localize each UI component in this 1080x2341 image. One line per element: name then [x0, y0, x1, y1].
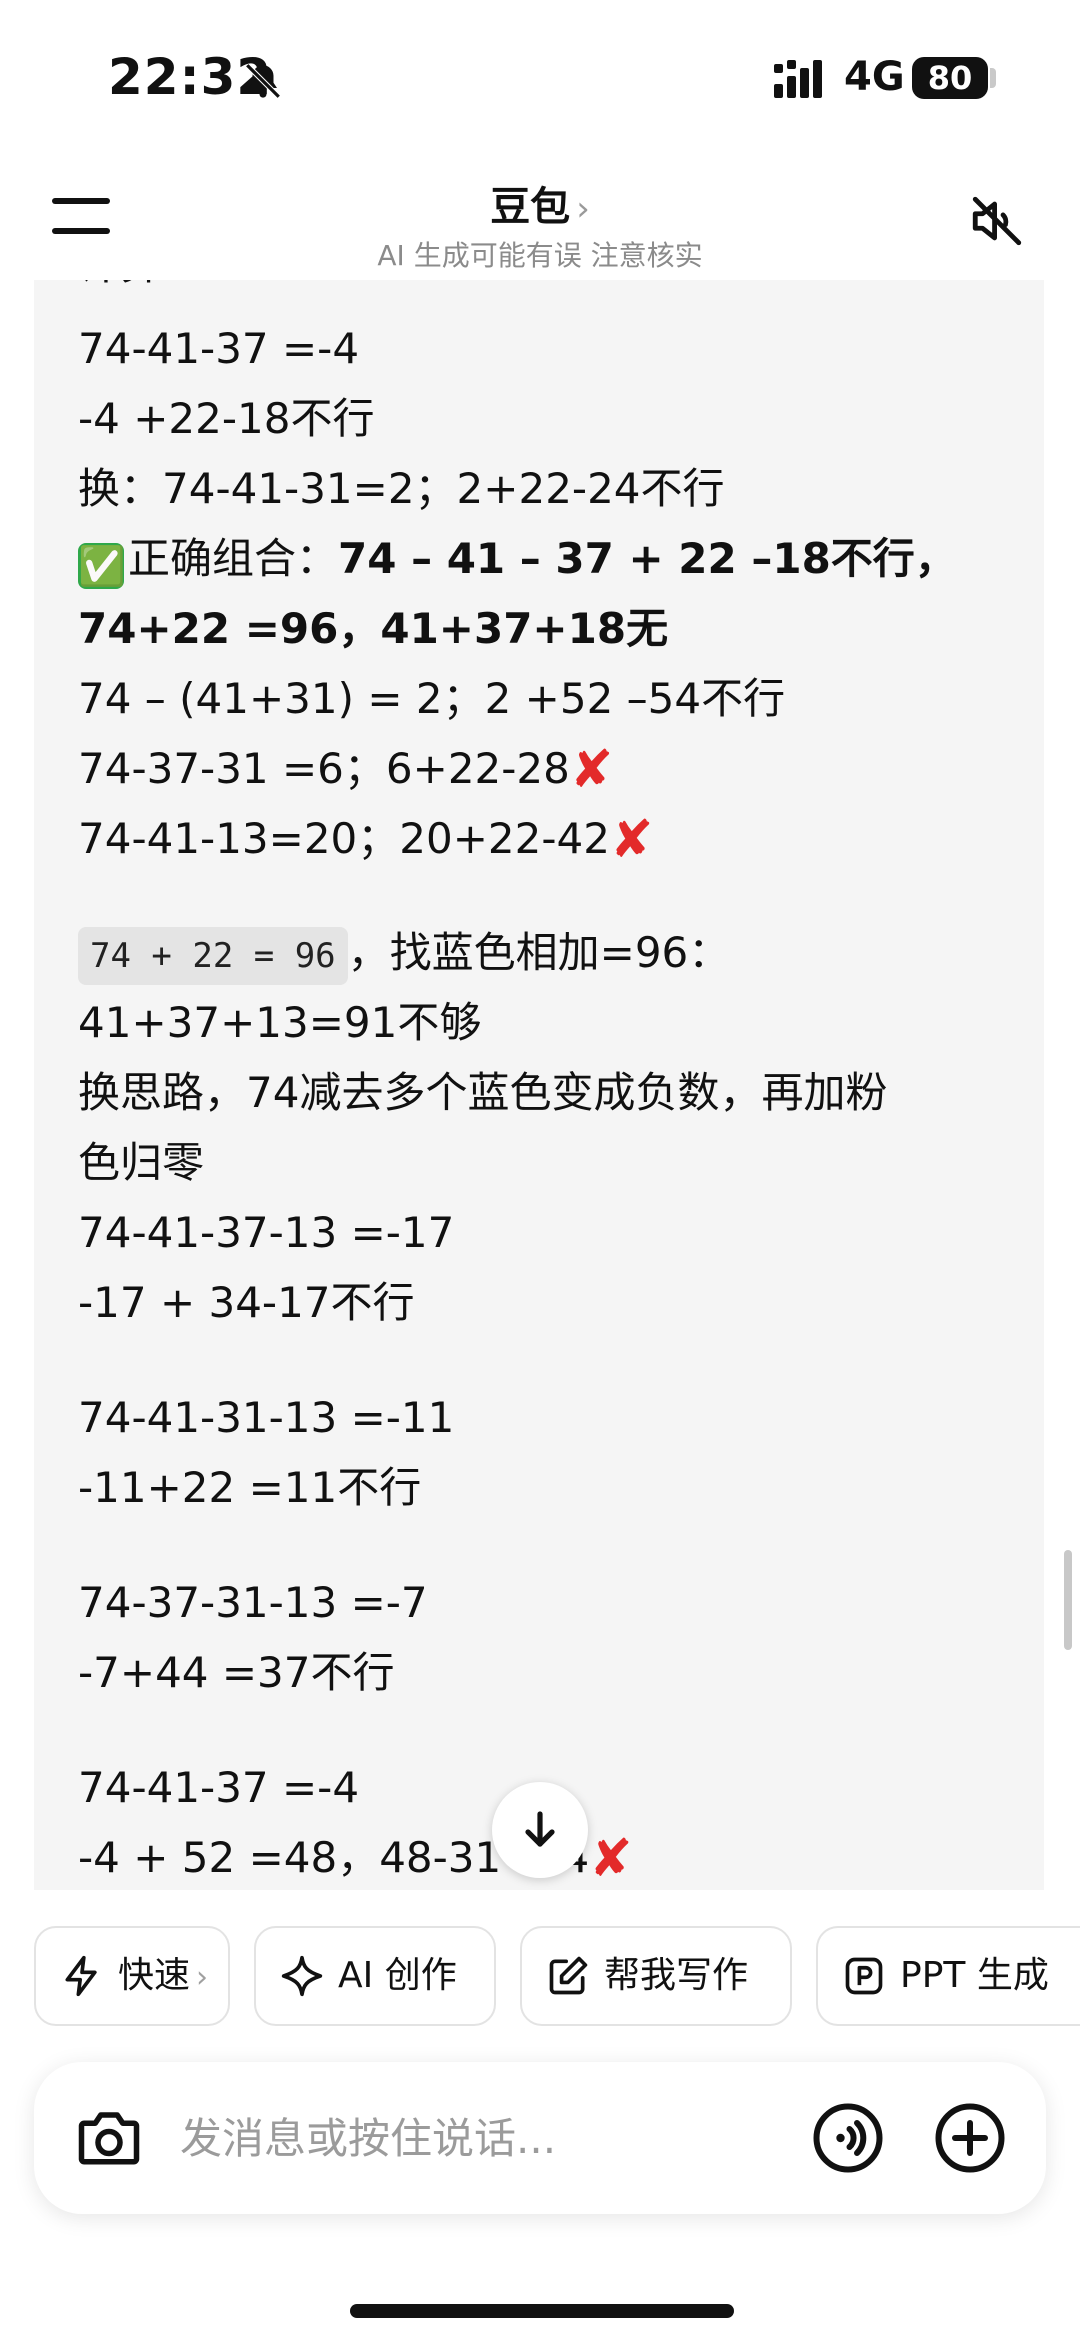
- lightning-icon: [65, 1955, 97, 1997]
- cross-mark-icon: ✘: [609, 810, 654, 870]
- cross-mark-icon: ✘: [589, 1829, 633, 1889]
- message-line: 74-37-31-13 =-7: [78, 1578, 428, 1627]
- message-text: -4 + 52 =48，48-31: [78, 1833, 502, 1882]
- message-input-bar: [34, 2062, 1046, 2214]
- edit-icon: [549, 1956, 588, 1995]
- scroll-to-bottom-button[interactable]: [492, 1782, 588, 1878]
- message-text: 74-41-13=20；20+22-42: [78, 814, 610, 863]
- cross-mark-icon: ✘: [569, 740, 614, 800]
- plus-icon[interactable]: [934, 2102, 1006, 2174]
- status-bar: 22:32 4G 80: [0, 0, 1080, 150]
- message-line: 74-41-37 =-4: [78, 324, 360, 373]
- message-line: -17 + 34-17不行: [78, 1278, 415, 1327]
- message-text: ，找蓝色相加=96：: [347, 928, 731, 977]
- speaker-mute-icon[interactable]: [968, 192, 1026, 250]
- chip-fast[interactable]: 快速 ›: [34, 1926, 230, 2026]
- chevron-right-icon: ›: [196, 1960, 209, 1995]
- bell-off-icon: [245, 63, 281, 99]
- chat-screen: 22:32 4G 80 豆包 › AI 生成可能有误 注意核实 74-41-37…: [0, 0, 1080, 2341]
- chip-label: AI 创作: [338, 1955, 457, 1996]
- message-line: 74-41-37-13 =-17: [78, 1208, 455, 1257]
- message-line: 41+37+13=91不够: [78, 998, 482, 1047]
- message-line: 74 – (41+31) = 2；2 +52 –54不行: [78, 674, 786, 723]
- message-line: 74-41-37 =-4: [78, 1763, 360, 1812]
- message-line: -7+44 =37不行: [78, 1648, 395, 1697]
- chip-ppt-generate[interactable]: PPT 生成: [816, 1926, 1080, 2026]
- chat-header: 豆包 › AI 生成可能有误 注意核实: [0, 150, 1080, 280]
- title-chevron-icon: ›: [576, 189, 590, 229]
- battery-tip: [990, 68, 996, 88]
- network-label: 4G: [844, 54, 905, 100]
- home-indicator[interactable]: [350, 2304, 734, 2318]
- message-input[interactable]: [180, 2102, 820, 2174]
- bot-name: 豆包: [490, 184, 571, 230]
- message-line: 换思路，74减去多个蓝色变成负数，再加粉: [78, 1068, 888, 1117]
- message-line: 74 + 22 = 96 ，找蓝色相加=96：: [78, 918, 730, 988]
- message-line: 74+22 =96，41+37+18无: [78, 604, 669, 653]
- quick-action-chips: 快速 › AI 创作 帮我写作 PPT 生成: [0, 1920, 1080, 2030]
- message-content: 计算： 74-41-37 =-4 -4 +22-18不行 换：74-41-31=…: [34, 280, 1044, 1890]
- message-line: ✅正确组合：74 – 41 – 37 + 22 –18不行，: [78, 524, 957, 594]
- message-line: 74-37-31 =6；6+22-28✘: [78, 734, 613, 805]
- arrow-down-icon: [525, 1811, 555, 1847]
- message-line: -11+22 =11不行: [78, 1463, 422, 1512]
- signal-icon: [774, 60, 822, 98]
- sparkle-icon: [281, 1955, 323, 1997]
- check-mark-icon: ✅: [78, 543, 126, 589]
- bot-title[interactable]: 豆包 ›: [0, 174, 1080, 232]
- message-line: -4 +22-18不行: [78, 394, 375, 443]
- message-text: 74-37-31 =6；6+22-28: [78, 744, 570, 793]
- message-line: 74-41-31-13 =-11: [78, 1393, 455, 1442]
- chip-label: 快速: [118, 1955, 191, 1996]
- ppt-icon: [845, 1957, 883, 1995]
- ai-disclaimer: AI 生成可能有误 注意核实: [377, 239, 703, 272]
- voice-call-icon[interactable]: [812, 2102, 884, 2174]
- camera-icon[interactable]: [76, 2106, 142, 2168]
- inline-code: 74 + 22 = 96: [78, 927, 348, 985]
- message-line: 74-41-13=20；20+22-42✘: [78, 804, 654, 875]
- message-line: 色归零: [78, 1138, 205, 1187]
- chip-label: 帮我写作: [604, 1955, 749, 1996]
- message-bold-text: 74 – 41 – 37 + 22 –18不行，: [338, 534, 957, 583]
- chip-help-write[interactable]: 帮我写作: [520, 1926, 792, 2026]
- chip-label: PPT 生成: [900, 1955, 1049, 1996]
- scrollbar[interactable]: [1064, 1550, 1072, 1650]
- message-line: 换：74-41-31=2；2+22-24不行: [78, 464, 725, 513]
- message-text: 正确组合：: [128, 534, 339, 583]
- chip-ai-create[interactable]: AI 创作: [254, 1926, 496, 2026]
- battery-level: 80: [912, 57, 988, 99]
- message-line: 计算：: [78, 280, 204, 300]
